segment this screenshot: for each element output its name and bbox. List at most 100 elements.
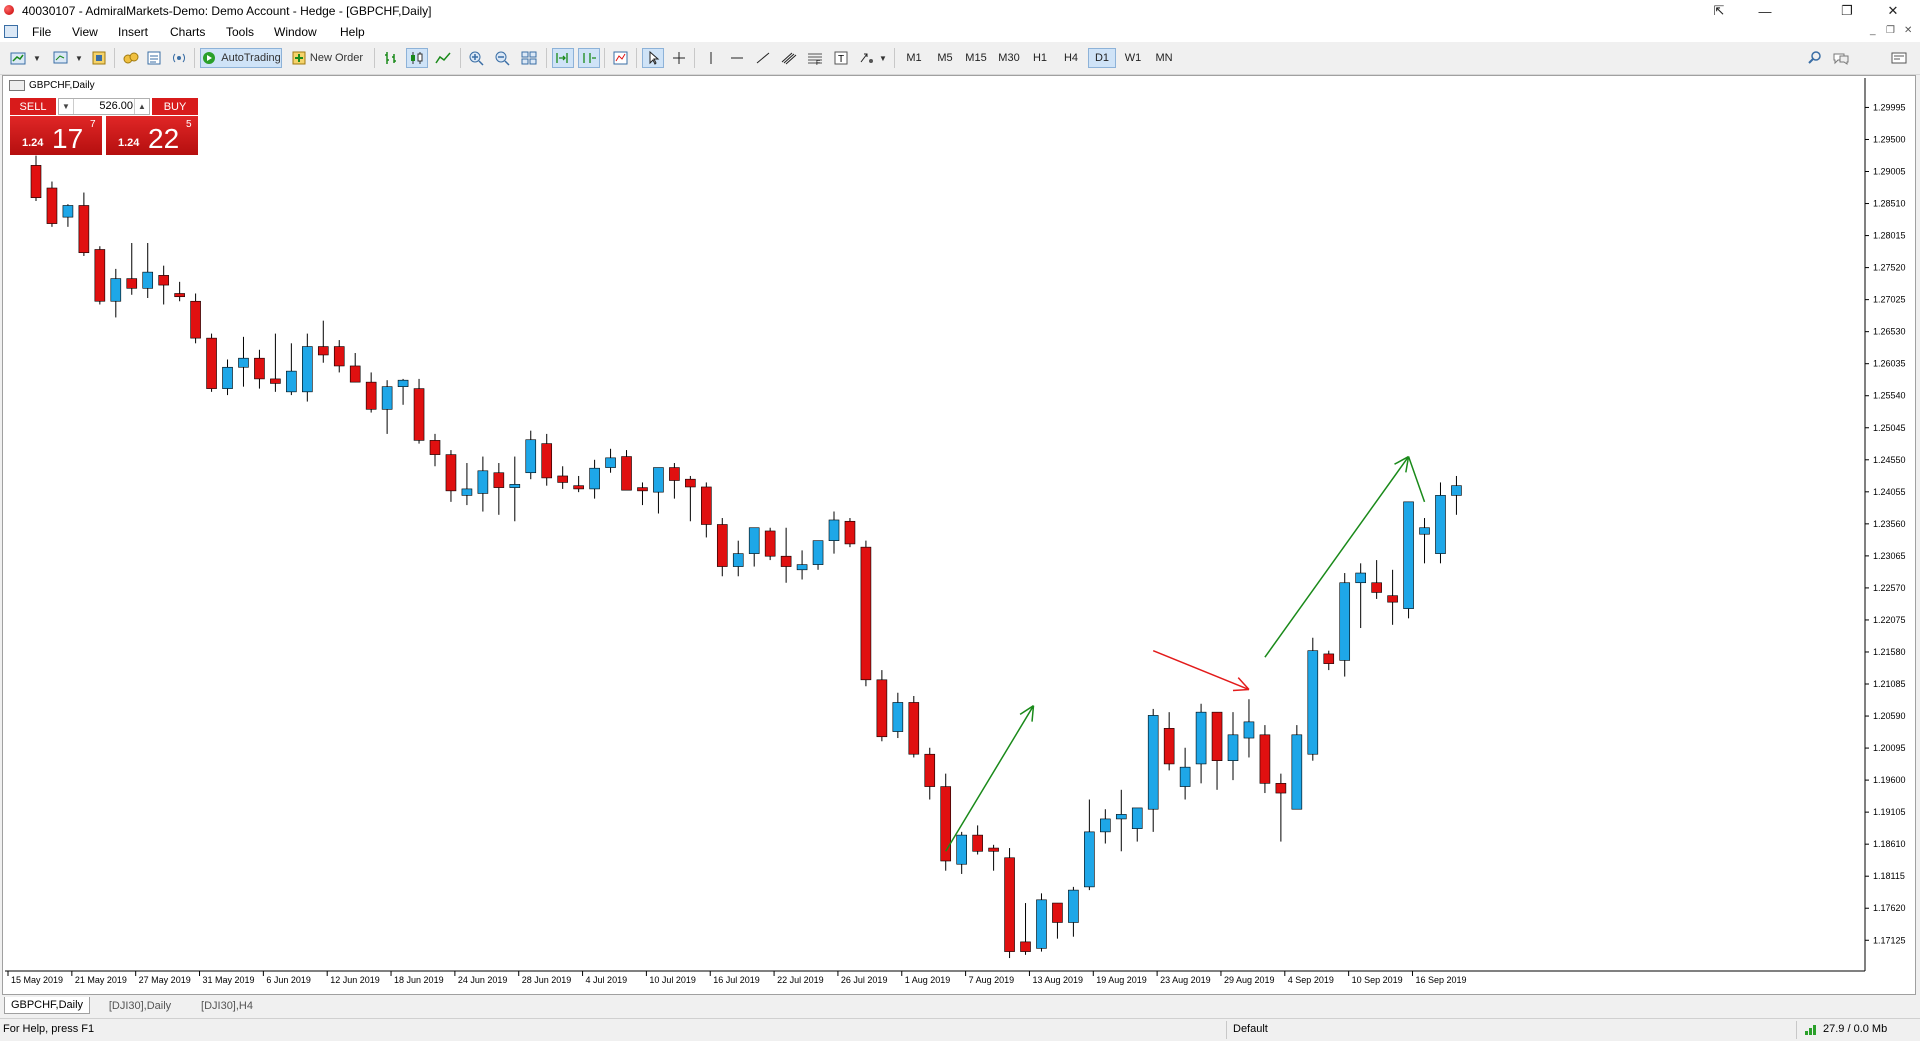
buy-button[interactable]: BUY bbox=[152, 98, 198, 115]
menu-charts[interactable]: Charts bbox=[170, 25, 205, 39]
crosshair-icon[interactable] bbox=[668, 48, 690, 68]
price-tick-label: 1.21580 bbox=[1873, 647, 1906, 657]
chart-tabs: GBPCHF,Daily [DJI30],Daily [DJI30],H4 bbox=[0, 995, 1920, 1017]
menu-window[interactable]: Window bbox=[274, 25, 317, 39]
title-bar: 40030107 - AdmiralMarkets-Demo: Demo Acc… bbox=[0, 0, 1920, 22]
mdi-close-button[interactable]: ✕ bbox=[1904, 25, 1912, 36]
menu-tools[interactable]: Tools bbox=[226, 25, 254, 39]
bearish-candle bbox=[126, 278, 138, 289]
buy-price-box[interactable]: 1.24 22 5 bbox=[106, 116, 198, 155]
chart-window[interactable]: 1.29995 1.29500 1.29005 1.28510 1.28015 1.275… bbox=[2, 75, 1916, 995]
profiles-dropdown-icon[interactable]: ▼ bbox=[74, 48, 84, 68]
price-tick-label: 1.25045 bbox=[1873, 423, 1906, 433]
bearish-candle bbox=[860, 546, 872, 681]
time-tick-label: 27 May 2019 bbox=[139, 975, 191, 985]
menu-insert[interactable]: Insert bbox=[118, 25, 148, 39]
price-tick-label: 1.19600 bbox=[1873, 775, 1906, 785]
price-tick-label: 1.28510 bbox=[1873, 199, 1906, 209]
bullish-candle bbox=[222, 366, 233, 389]
menu-help[interactable]: Help bbox=[340, 25, 365, 39]
shapes-dropdown-icon[interactable]: ▼ bbox=[878, 48, 888, 68]
line-chart-icon[interactable] bbox=[432, 48, 454, 68]
restore-mode-button[interactable]: ⇱ bbox=[1696, 0, 1742, 22]
timeframe-m1[interactable]: M1 bbox=[900, 48, 928, 68]
fibonacci-icon[interactable]: F bbox=[804, 48, 826, 68]
chat-icon[interactable] bbox=[1830, 48, 1852, 68]
timeframe-d1[interactable]: D1 bbox=[1088, 48, 1116, 68]
bullish-candle bbox=[1036, 899, 1047, 949]
price-tick-label: 1.29995 bbox=[1873, 102, 1906, 112]
maximize-button[interactable]: ❐ bbox=[1824, 0, 1870, 22]
bullish-candle bbox=[956, 834, 967, 865]
horizontal-line-icon[interactable] bbox=[726, 48, 748, 68]
menu-view[interactable]: View bbox=[72, 25, 98, 39]
bearish-candle bbox=[1020, 941, 1031, 952]
price-tick-label: 1.22075 bbox=[1873, 615, 1906, 625]
tile-windows-icon[interactable] bbox=[518, 48, 540, 68]
price-tick-label: 1.22570 bbox=[1873, 583, 1906, 593]
price-tick-label: 1.23065 bbox=[1873, 551, 1906, 561]
tab-dji30-daily[interactable]: [DJI30],Daily bbox=[100, 997, 180, 1014]
bullish-candle bbox=[796, 564, 808, 571]
close-button[interactable]: ✕ bbox=[1870, 0, 1916, 22]
timeframe-m15[interactable]: M15 bbox=[962, 48, 990, 68]
red-arrow bbox=[1152, 649, 1250, 691]
vertical-line-icon[interactable] bbox=[700, 48, 722, 68]
zoom-out-icon[interactable] bbox=[492, 48, 514, 68]
search-icon[interactable] bbox=[1804, 48, 1826, 68]
chart-shift-icon[interactable] bbox=[578, 48, 600, 68]
timeframe-w1[interactable]: W1 bbox=[1119, 48, 1147, 68]
lot-increase-icon[interactable]: ▲ bbox=[134, 99, 149, 114]
options-icon[interactable] bbox=[1888, 48, 1910, 68]
candlestick-chart-icon[interactable] bbox=[406, 48, 428, 68]
bar-chart-icon[interactable] bbox=[380, 48, 402, 68]
timeframe-m5[interactable]: M5 bbox=[931, 48, 959, 68]
bullish-candle bbox=[812, 540, 824, 565]
price-tick-label: 1.17125 bbox=[1873, 935, 1906, 945]
equidistant-channel-icon[interactable] bbox=[778, 48, 800, 68]
arrows-shapes-icon[interactable] bbox=[856, 48, 878, 68]
timeframe-mn[interactable]: MN bbox=[1150, 48, 1178, 68]
timeframe-h4[interactable]: H4 bbox=[1057, 48, 1085, 68]
mdi-minimize-button[interactable]: _ bbox=[1870, 25, 1876, 36]
lot-size-input[interactable]: ▼ 526.00 ▲ bbox=[58, 98, 150, 115]
signals-icon[interactable] bbox=[168, 48, 190, 68]
price-tick-label: 1.17620 bbox=[1873, 903, 1906, 913]
mdi-restore-button[interactable]: ❐ bbox=[1886, 25, 1895, 36]
bullish-candle bbox=[142, 271, 154, 289]
price-chart[interactable]: 1.29995 1.29500 1.29005 1.28510 1.28015 1.275… bbox=[3, 76, 1915, 994]
autotrading-label: AutoTrading bbox=[221, 52, 281, 64]
timeframe-m30[interactable]: M30 bbox=[995, 48, 1023, 68]
auto-scroll-icon[interactable] bbox=[552, 48, 574, 68]
autotrading-button[interactable]: AutoTrading bbox=[200, 48, 282, 68]
tab-gbpchf-daily[interactable]: GBPCHF,Daily bbox=[4, 997, 90, 1014]
price-tick-label: 1.25540 bbox=[1873, 391, 1906, 401]
new-chart-dropdown-icon[interactable]: ▼ bbox=[32, 48, 42, 68]
market-watch-icon[interactable] bbox=[88, 48, 110, 68]
bearish-candle bbox=[365, 381, 377, 410]
text-label-icon[interactable]: T bbox=[830, 48, 852, 68]
bearish-candle bbox=[541, 443, 553, 479]
price-tick-label: 1.24550 bbox=[1873, 455, 1906, 465]
buy-price-pips: 22 bbox=[148, 123, 180, 154]
time-tick-label: 6 Jun 2019 bbox=[266, 975, 311, 985]
bullish-candle bbox=[1307, 650, 1319, 755]
menu-file[interactable]: File bbox=[32, 25, 51, 39]
trendline-icon[interactable] bbox=[752, 48, 774, 68]
sell-price-box[interactable]: 1.24 17 7 bbox=[10, 116, 102, 155]
cursor-icon[interactable] bbox=[642, 48, 664, 68]
minimize-button[interactable]: — bbox=[1742, 0, 1788, 22]
tab-dji30-h4[interactable]: [DJI30],H4 bbox=[192, 997, 262, 1014]
new-chart-icon[interactable] bbox=[8, 48, 30, 68]
navigator-icon[interactable] bbox=[120, 48, 142, 68]
profiles-icon[interactable] bbox=[50, 48, 72, 68]
price-tick-label: 1.26530 bbox=[1873, 327, 1906, 337]
lot-decrease-icon[interactable]: ▼ bbox=[59, 99, 74, 114]
zoom-in-icon[interactable] bbox=[466, 48, 488, 68]
sell-button[interactable]: SELL bbox=[10, 98, 56, 115]
new-order-button[interactable]: New Order bbox=[286, 48, 368, 68]
timeframe-h1[interactable]: H1 bbox=[1026, 48, 1054, 68]
price-tick-label: 1.20590 bbox=[1873, 711, 1906, 721]
indicators-icon[interactable] bbox=[610, 48, 632, 68]
terminal-icon[interactable] bbox=[144, 48, 166, 68]
